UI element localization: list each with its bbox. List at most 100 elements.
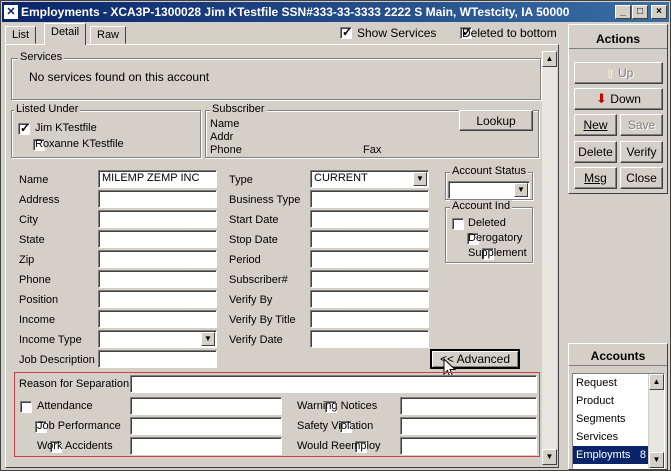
position-field[interactable] xyxy=(98,290,217,308)
listed-under-jim-checkbox[interactable] xyxy=(18,121,30,136)
accounts-panel: Accounts Request Product Segments Servic… xyxy=(568,343,668,470)
attendance-checkbox[interactable] xyxy=(20,401,32,414)
lookup-button[interactable]: Lookup xyxy=(459,110,533,131)
show-services-label: Show Services xyxy=(357,26,437,40)
verify-by-title-label: Verify By Title xyxy=(229,314,296,326)
start-date-field[interactable] xyxy=(310,210,429,228)
vertical-scrollbar[interactable]: ▲ ▼ xyxy=(541,51,557,465)
scroll-down-arrow-icon[interactable]: ▼ xyxy=(542,449,557,465)
up-label: Up xyxy=(617,66,634,80)
chevron-down-icon[interactable]: ▼ xyxy=(514,183,528,197)
down-button[interactable]: ⬇ Down xyxy=(574,88,663,110)
account-status-select[interactable]: ▼ xyxy=(448,181,530,199)
business-type-field[interactable] xyxy=(310,190,429,208)
chevron-down-icon[interactable]: ▼ xyxy=(413,172,427,186)
warning-notices-label: Warning Notices xyxy=(297,400,378,412)
warning-notices-field[interactable] xyxy=(400,397,537,415)
type-select-value: CURRENT xyxy=(314,172,368,184)
tab-detail[interactable]: Detail xyxy=(44,23,87,45)
work-accidents-field[interactable] xyxy=(130,437,282,455)
start-date-label: Start Date xyxy=(229,214,279,226)
type-label: Type xyxy=(229,174,253,186)
deleted-label: Deleted xyxy=(468,217,506,229)
safety-violation-field[interactable] xyxy=(400,417,537,435)
accounts-header: Accounts xyxy=(569,346,667,366)
accounts-item-label: Employmts xyxy=(576,449,631,461)
subscriber-number-label: Subscriber# xyxy=(229,274,288,286)
zip-field[interactable] xyxy=(98,250,217,268)
city-label: City xyxy=(19,214,38,226)
attendance-label: Attendance xyxy=(37,400,93,412)
job-description-field[interactable] xyxy=(98,350,217,368)
save-button[interactable]: Save xyxy=(620,114,663,136)
chevron-down-icon[interactable]: ▼ xyxy=(201,332,215,346)
accounts-item-count: 8 xyxy=(639,449,646,461)
type-select[interactable]: CURRENT ▼ xyxy=(310,170,429,188)
subscriber-number-field[interactable] xyxy=(310,270,429,288)
stop-date-field[interactable] xyxy=(310,230,429,248)
income-field[interactable] xyxy=(98,310,217,328)
period-field[interactable] xyxy=(310,250,429,268)
listed-under-group: Listed Under Jim KTestfile Roxanne KTest… xyxy=(11,103,201,158)
income-type-select[interactable]: ▼ xyxy=(98,330,217,348)
account-ind-group: Account Ind Deleted Derogatory Supplemen… xyxy=(445,200,533,263)
would-reemploy-field[interactable] xyxy=(400,437,537,455)
close-button[interactable]: Close xyxy=(620,167,663,189)
period-label: Period xyxy=(229,254,261,266)
separation-group: Reason for Separation Attendance Job Per… xyxy=(14,372,540,457)
services-group: Services No services found on this accou… xyxy=(11,51,541,100)
subscriber-group: Subscriber Name Addr Phone Fax Lookup xyxy=(205,103,539,158)
title-bar[interactable]: ✕ Employments - XCA3P-1300028 Jim KTestf… xyxy=(2,2,669,22)
supplement-label: Supplement xyxy=(468,247,527,259)
address-field[interactable] xyxy=(98,190,217,208)
verify-date-field[interactable] xyxy=(310,330,429,348)
account-status-group: Account Status ▼ xyxy=(445,165,533,200)
deleted-checkbox[interactable] xyxy=(452,218,464,231)
would-reemploy-label: Would Reemploy xyxy=(297,440,381,452)
employments-window: ✕ Employments - XCA3P-1300028 Jim KTestf… xyxy=(0,0,671,471)
subscriber-name-label: Name xyxy=(210,118,240,130)
verify-by-title-field[interactable] xyxy=(310,310,429,328)
maximize-button[interactable]: □ xyxy=(632,5,648,19)
state-field[interactable] xyxy=(98,230,217,248)
services-group-label: Services xyxy=(18,51,65,63)
phone-label: Phone xyxy=(19,274,51,286)
msg-button[interactable]: Msg xyxy=(574,167,617,189)
minimize-button[interactable]: _ xyxy=(615,5,631,19)
name-label: Name xyxy=(19,174,49,186)
job-description-label: Job Description xyxy=(19,354,95,366)
verify-by-field[interactable] xyxy=(310,290,429,308)
subscriber-fax-label: Fax xyxy=(363,144,382,156)
account-ind-label: Account Ind xyxy=(450,200,513,212)
name-field[interactable]: MILEMP ZEMP INC xyxy=(98,170,217,188)
scroll-up-arrow-icon[interactable]: ▲ xyxy=(542,51,557,67)
zip-label: Zip xyxy=(19,254,35,266)
up-button[interactable]: ⇧ Up xyxy=(574,62,663,84)
close-window-button[interactable]: × xyxy=(651,5,667,19)
tab-list[interactable]: List xyxy=(5,26,37,44)
phone-field[interactable] xyxy=(98,270,217,288)
verify-by-label: Verify By xyxy=(229,294,273,306)
city-field[interactable] xyxy=(98,210,217,228)
job-performance-field[interactable] xyxy=(130,417,282,435)
accounts-item-label: Services xyxy=(576,431,619,443)
business-type-label: Business Type xyxy=(229,194,301,206)
reason-for-separation-field[interactable] xyxy=(130,375,537,393)
subscriber-addr-label: Addr xyxy=(210,131,234,143)
accounts-scrollbar[interactable]: ▲ ▼ xyxy=(648,374,664,468)
accounts-item-label: Product xyxy=(576,395,614,407)
delete-button[interactable]: Delete xyxy=(574,141,617,163)
stop-date-label: Stop Date xyxy=(229,234,278,246)
new-button[interactable]: New xyxy=(574,114,617,136)
actions-header: Actions xyxy=(569,29,667,49)
safety-violation-label: Safety Violation xyxy=(297,420,374,432)
show-services-checkbox[interactable] xyxy=(340,25,352,40)
attendance-field[interactable] xyxy=(130,397,282,415)
accounts-item-label: Request xyxy=(576,377,617,389)
scroll-down-arrow-icon[interactable]: ▼ xyxy=(649,452,664,468)
job-performance-label: Job Performance xyxy=(37,420,121,432)
scroll-up-arrow-icon[interactable]: ▲ xyxy=(649,374,664,390)
verify-date-label: Verify Date xyxy=(229,334,283,346)
tab-raw[interactable]: Raw xyxy=(90,26,127,44)
verify-button[interactable]: Verify xyxy=(620,141,663,163)
